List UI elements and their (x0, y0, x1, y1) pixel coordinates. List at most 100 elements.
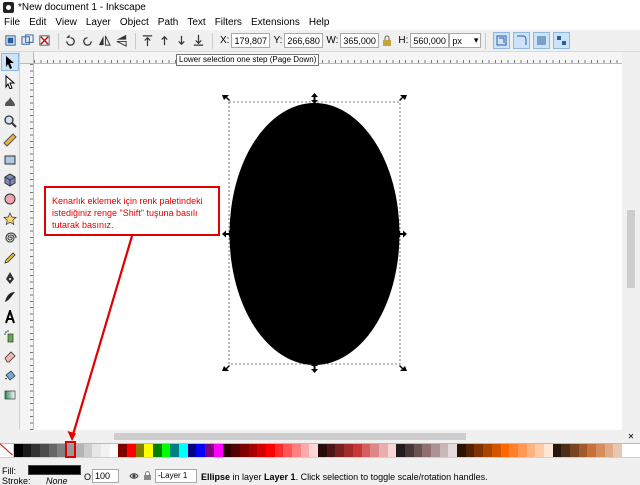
color-swatch[interactable] (465, 444, 475, 457)
unit-select[interactable]: px ▾ (449, 33, 482, 48)
menu-help[interactable]: Help (309, 17, 330, 28)
color-swatch[interactable] (543, 444, 553, 457)
handle-nw[interactable] (222, 95, 230, 101)
color-swatch[interactable] (118, 444, 127, 457)
menu-file[interactable]: File (4, 17, 20, 28)
handle-n[interactable] (311, 93, 318, 104)
color-swatch[interactable] (14, 444, 23, 457)
text-tool-icon[interactable] (2, 309, 18, 325)
menu-view[interactable]: View (55, 17, 77, 28)
handle-ne[interactable] (399, 95, 407, 101)
color-swatch[interactable] (552, 444, 562, 457)
color-swatch[interactable] (561, 444, 570, 457)
handle-se[interactable] (399, 365, 407, 371)
menu-layer[interactable]: Layer (86, 17, 111, 28)
menu-filters[interactable]: Filters (215, 17, 242, 28)
color-swatch[interactable] (196, 444, 206, 457)
flip-horizontal-icon[interactable] (97, 33, 112, 48)
color-swatch[interactable] (22, 444, 32, 457)
color-swatch[interactable] (170, 444, 180, 457)
color-swatch[interactable] (439, 444, 449, 457)
color-swatch[interactable] (292, 444, 301, 457)
tweak-tool-icon[interactable] (2, 93, 18, 109)
ellipse-object[interactable] (229, 103, 400, 365)
calligraphy-tool-icon[interactable] (2, 289, 18, 305)
raise-icon[interactable] (157, 33, 172, 48)
lower-icon[interactable] (174, 33, 189, 48)
color-swatch[interactable] (92, 444, 101, 457)
color-swatch[interactable] (318, 444, 327, 457)
color-swatch[interactable] (370, 444, 379, 457)
eye-icon[interactable] (129, 471, 139, 481)
gradient-tool-icon[interactable] (2, 387, 18, 403)
color-swatch[interactable] (74, 444, 84, 457)
menu-extensions[interactable]: Extensions (251, 17, 300, 28)
width-field[interactable]: 365,000 (340, 33, 380, 48)
color-swatch[interactable] (535, 444, 544, 457)
spray-tool-icon[interactable] (2, 328, 18, 344)
menu-object[interactable]: Object (120, 17, 149, 28)
color-swatch[interactable] (570, 444, 579, 457)
height-field[interactable]: 560,000 (410, 33, 450, 48)
color-swatch[interactable] (222, 444, 232, 457)
color-swatch[interactable] (517, 444, 527, 457)
ellipse-tool-icon[interactable] (2, 191, 18, 207)
select-all-layers-icon[interactable] (20, 33, 35, 48)
color-swatch[interactable] (144, 444, 153, 457)
color-swatch[interactable] (265, 444, 275, 457)
color-swatch[interactable] (483, 444, 492, 457)
color-swatch[interactable] (300, 444, 310, 457)
color-swatch[interactable] (161, 444, 171, 457)
color-swatch[interactable] (604, 444, 614, 457)
color-swatch[interactable] (109, 444, 119, 457)
color-swatch[interactable] (509, 444, 518, 457)
close-icon[interactable]: ✕ (622, 430, 640, 443)
color-swatch[interactable] (179, 444, 188, 457)
color-swatch[interactable] (457, 444, 466, 457)
color-swatch[interactable] (352, 444, 362, 457)
color-swatch[interactable] (613, 444, 623, 457)
x-field[interactable]: 179,807 (231, 33, 271, 48)
horizontal-ruler[interactable] (34, 52, 622, 64)
zoom-tool-icon[interactable] (2, 113, 18, 129)
color-swatch[interactable] (387, 444, 397, 457)
color-swatch[interactable] (31, 444, 41, 457)
color-swatch[interactable] (326, 444, 336, 457)
color-swatch[interactable] (578, 444, 588, 457)
color-swatch[interactable] (335, 444, 345, 457)
drawing-canvas[interactable] (34, 64, 622, 430)
vertical-scrollbar[interactable] (622, 52, 640, 430)
color-swatch[interactable] (396, 444, 405, 457)
menu-edit[interactable]: Edit (29, 17, 46, 28)
color-swatch[interactable] (587, 444, 597, 457)
color-swatch[interactable] (40, 444, 49, 457)
color-swatch[interactable] (231, 444, 240, 457)
color-swatch[interactable] (596, 444, 605, 457)
handle-sw[interactable] (222, 365, 230, 371)
scale-stroke-toggle[interactable] (493, 32, 511, 49)
color-swatch[interactable] (309, 444, 319, 457)
color-swatch[interactable] (274, 444, 284, 457)
selector-tool-icon[interactable] (1, 53, 19, 71)
vertical-scroll-thumb[interactable] (627, 210, 635, 288)
spiral-tool-icon[interactable] (2, 230, 18, 246)
opacity-field[interactable]: 100 (92, 469, 119, 483)
star-tool-icon[interactable] (2, 211, 18, 227)
color-swatch[interactable] (213, 444, 223, 457)
menu-path[interactable]: Path (158, 17, 179, 28)
measure-tool-icon[interactable] (2, 132, 18, 148)
pen-tool-icon[interactable] (2, 270, 18, 286)
color-swatch[interactable] (474, 444, 484, 457)
3d-box-tool-icon[interactable] (2, 172, 18, 188)
eraser-tool-icon[interactable] (2, 348, 18, 364)
color-swatch[interactable] (126, 444, 136, 457)
menu-text[interactable]: Text (187, 17, 205, 28)
horizontal-scrollbar[interactable]: ✕ (20, 430, 640, 443)
color-swatch[interactable] (83, 444, 93, 457)
no-paint-swatch[interactable] (0, 444, 14, 457)
horizontal-scroll-thumb[interactable] (114, 433, 466, 440)
rotate-cw-icon[interactable] (80, 33, 95, 48)
color-swatch[interactable] (248, 444, 258, 457)
layer-select[interactable]: -Layer 1 (155, 469, 197, 483)
move-patterns-toggle[interactable] (553, 32, 571, 49)
